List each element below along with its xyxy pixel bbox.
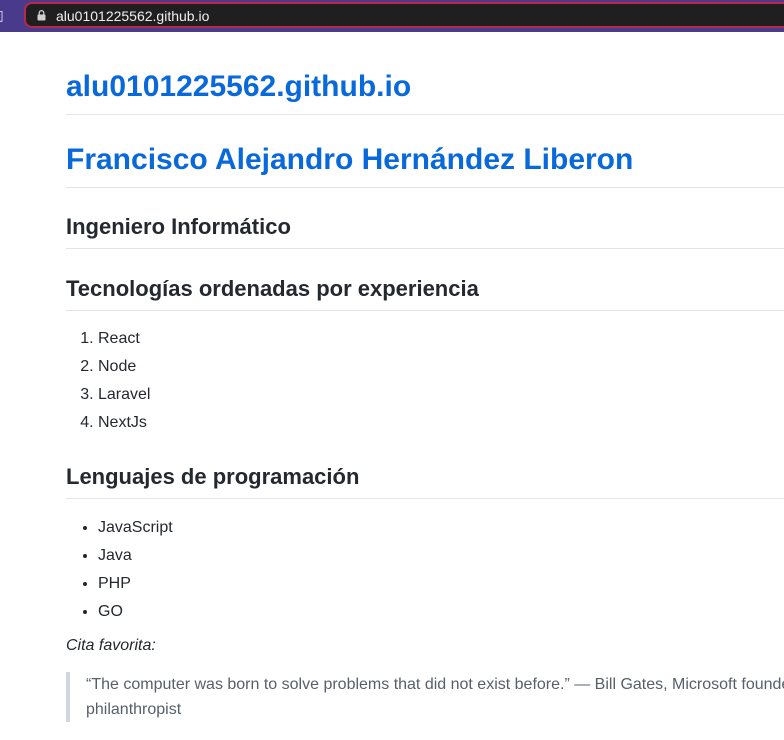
subtitle-heading: Ingeniero Informático — [66, 188, 784, 249]
lock-icon — [37, 10, 46, 21]
browser-top-bar: ▯ alu0101225562.github.io — [0, 0, 784, 32]
list-item: Java — [98, 542, 784, 570]
page-content: alu0101225562.github.io Francisco Alejan… — [66, 32, 784, 722]
list-item: React — [98, 325, 784, 353]
favorite-quote: “The computer was born to solve problems… — [66, 672, 784, 722]
technologies-heading: Tecnologías ordenadas por experiencia — [66, 249, 784, 311]
url-text[interactable]: alu0101225562.github.io — [56, 6, 209, 26]
address-bar[interactable]: alu0101225562.github.io — [24, 2, 784, 28]
list-item: PHP — [98, 570, 784, 598]
languages-heading: Lenguajes de programación — [66, 437, 784, 499]
person-name-heading[interactable]: Francisco Alejandro Hernández Liberon — [66, 115, 784, 188]
list-item: Node — [98, 353, 784, 381]
site-title-link[interactable]: alu0101225562.github.io — [66, 32, 784, 115]
languages-list: JavaScript Java PHP GO — [66, 514, 784, 626]
technologies-list: React Node Laravel NextJs — [66, 325, 784, 437]
bookmark-icon[interactable]: ▯ — [0, 6, 10, 24]
quote-intro: Cita favorita: — [66, 637, 156, 654]
list-item: NextJs — [98, 409, 784, 437]
list-item: GO — [98, 598, 784, 626]
list-item: JavaScript — [98, 514, 784, 542]
list-item: Laravel — [98, 381, 784, 409]
